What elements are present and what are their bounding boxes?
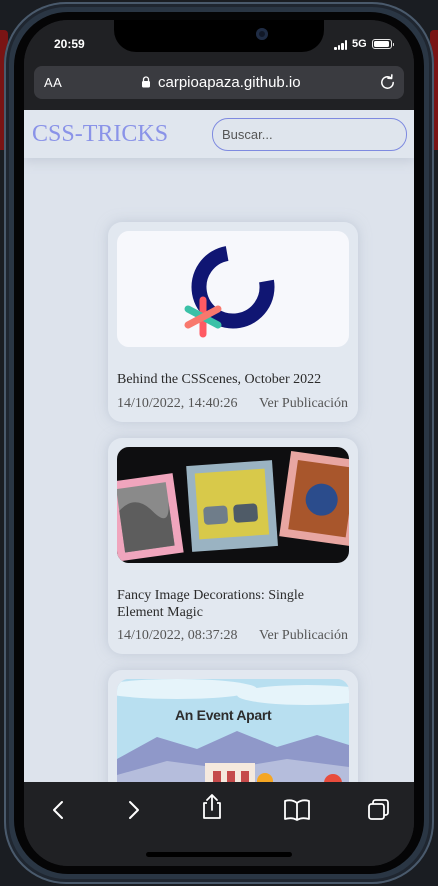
url-text[interactable]: carpioapaza.github.io [158, 74, 301, 91]
notch [114, 20, 324, 52]
csstricks-logo-image [184, 245, 275, 338]
reload-icon[interactable] [378, 73, 397, 92]
post-card[interactable]: An Event Apart [108, 670, 358, 782]
site-header: CSS-TRICKS [24, 110, 414, 158]
post-thumbnail[interactable] [117, 231, 349, 347]
status-time: 20:59 [54, 37, 85, 51]
web-page: CSS-TRICKS Behind the CSScenes, October … [24, 110, 414, 782]
view-post-link[interactable]: Ver Publicación [259, 396, 348, 412]
phone-screen: 20:59 5G AA carpioapaza.github.io CSS-TR… [24, 20, 414, 866]
post-card[interactable]: Fancy Image Decorations: Single Element … [108, 438, 358, 654]
event-apart-title: An Event Apart [175, 707, 272, 723]
forward-icon[interactable] [118, 796, 148, 824]
post-thumbnail[interactable] [117, 447, 349, 563]
post-thumbnail[interactable]: An Event Apart [117, 679, 349, 782]
signal-icon [334, 40, 348, 50]
share-icon[interactable] [197, 792, 227, 820]
site-logo[interactable]: CSS-TRICKS [32, 121, 168, 148]
battery-icon [372, 39, 394, 49]
post-card[interactable]: Behind the CSScenes, October 2022 14/10/… [108, 222, 358, 422]
address-bar[interactable]: AA carpioapaza.github.io [34, 66, 404, 99]
event-apart-image [117, 679, 349, 782]
lock-icon [142, 76, 150, 88]
back-icon[interactable] [44, 796, 74, 824]
tabs-icon[interactable] [364, 796, 394, 824]
network-type: 5G [352, 38, 367, 50]
post-title[interactable]: Fancy Image Decorations: Single Element … [117, 587, 342, 621]
bookmarks-icon[interactable] [282, 796, 312, 824]
post-date: 14/10/2022, 08:37:28 [117, 628, 238, 643]
search-input[interactable] [212, 118, 407, 151]
home-indicator[interactable] [146, 852, 292, 857]
post-title[interactable]: Behind the CSScenes, October 2022 [117, 371, 342, 388]
text-size-button[interactable]: AA [44, 75, 62, 90]
image-decorations-image [117, 450, 349, 562]
status-bar: 20:59 5G [24, 20, 414, 66]
post-date: 14/10/2022, 14:40:26 [117, 396, 238, 411]
camera-icon [256, 28, 268, 40]
view-post-link[interactable]: Ver Publicación [259, 628, 348, 644]
